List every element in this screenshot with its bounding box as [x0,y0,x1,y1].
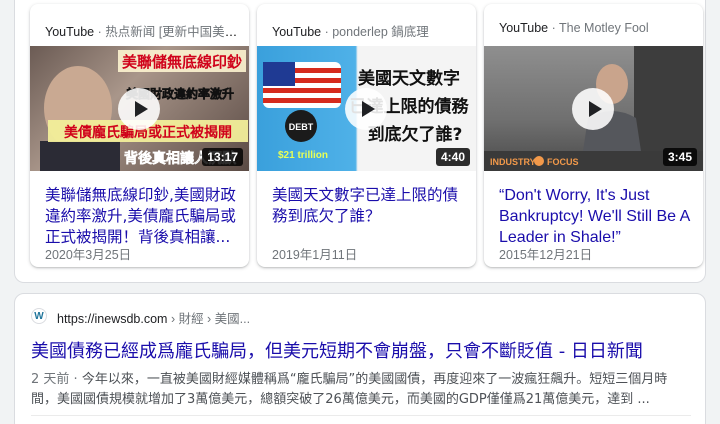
video-date: 2020年3月25日 [45,248,132,262]
fool-logo-icon [534,156,544,166]
thumb-amount-label: $21 trillion [278,150,328,161]
video-card[interactable]: YouTube · The Motley Fool INDUSTRY FOCUS… [484,4,703,267]
video-date: 2015年12月21日 [499,248,593,262]
thumb-caption-2: FOCUS [547,157,579,167]
video-title-link[interactable]: 美國天文數字已達上限的債務到底欠了誰？ [272,185,467,227]
video-title-link[interactable]: 美聯儲無底線印鈔,美國財政違約率激升,美債龐氏騙局或正式被揭開！背後真相讓... [45,185,240,248]
play-icon[interactable] [572,88,614,130]
video-source: YouTube · ponderlep 鍋底理 [272,25,429,39]
result-date: 2 天前 · [31,372,82,387]
video-duration: 4:40 [435,148,470,166]
result-url[interactable]: https://inewsdb.com › 財經 › 美國... [57,308,250,327]
video-thumbnail[interactable]: INDUSTRY FOCUS 3:45 [484,46,703,171]
divider [31,415,691,416]
video-date: 2019年1月11日 [272,248,358,262]
wordpress-favicon-icon: W [31,308,47,324]
thumb-caption-1: INDUSTRY [490,157,536,167]
video-card[interactable]: YouTube · ponderlep 鍋底理 DEBT $21 trillio… [257,4,476,267]
result-title-link[interactable]: 美國債務已經成爲龐氏騙局，但美元短期不會崩盤，只會不斷貶值 - 日日新聞 [31,337,643,363]
search-result: W https://inewsdb.com › 財經 › 美國... 美國債務已… [14,293,706,424]
video-source: YouTube · 热点新闻 [更新中国美国... [45,25,240,39]
thumb-caption-3: 到底欠了誰? [368,124,463,145]
video-duration: 13:17 [202,148,243,166]
video-thumbnail[interactable]: 美聯儲無底線印鈔 美國財政違約率激升 美債龐氏騙局或正式被揭開 背後真相讓人沉默… [30,46,249,171]
thumb-caption-1: 美國天文數字 [358,68,460,89]
thumb-debt-label: DEBT [289,122,314,132]
play-icon[interactable] [345,88,387,130]
video-duration: 3:45 [662,148,697,166]
result-snippet: 2 天前 · 今年以來，一直被美國財經媒體稱爲“龐氏騙局”的美國國債，再度迎來了… [31,372,668,407]
video-thumbnail[interactable]: DEBT $21 trillion 美國天文數字 已達上限的債務 到底欠了誰? … [257,46,476,171]
video-source: YouTube · The Motley Fool [499,21,649,35]
play-icon[interactable] [118,88,160,130]
video-card[interactable]: YouTube · 热点新闻 [更新中国美国... 美聯儲無底線印鈔 美國財政違… [30,4,249,267]
thumb-caption-1: 美聯儲無底線印鈔 [122,53,242,71]
video-carousel: YouTube · 热点新闻 [更新中国美国... 美聯儲無底線印鈔 美國財政違… [14,0,706,283]
us-flag-map-icon [263,62,341,108]
video-title-link[interactable]: “Don't Worry, It's Just Bankruptcy! We'l… [499,185,694,248]
